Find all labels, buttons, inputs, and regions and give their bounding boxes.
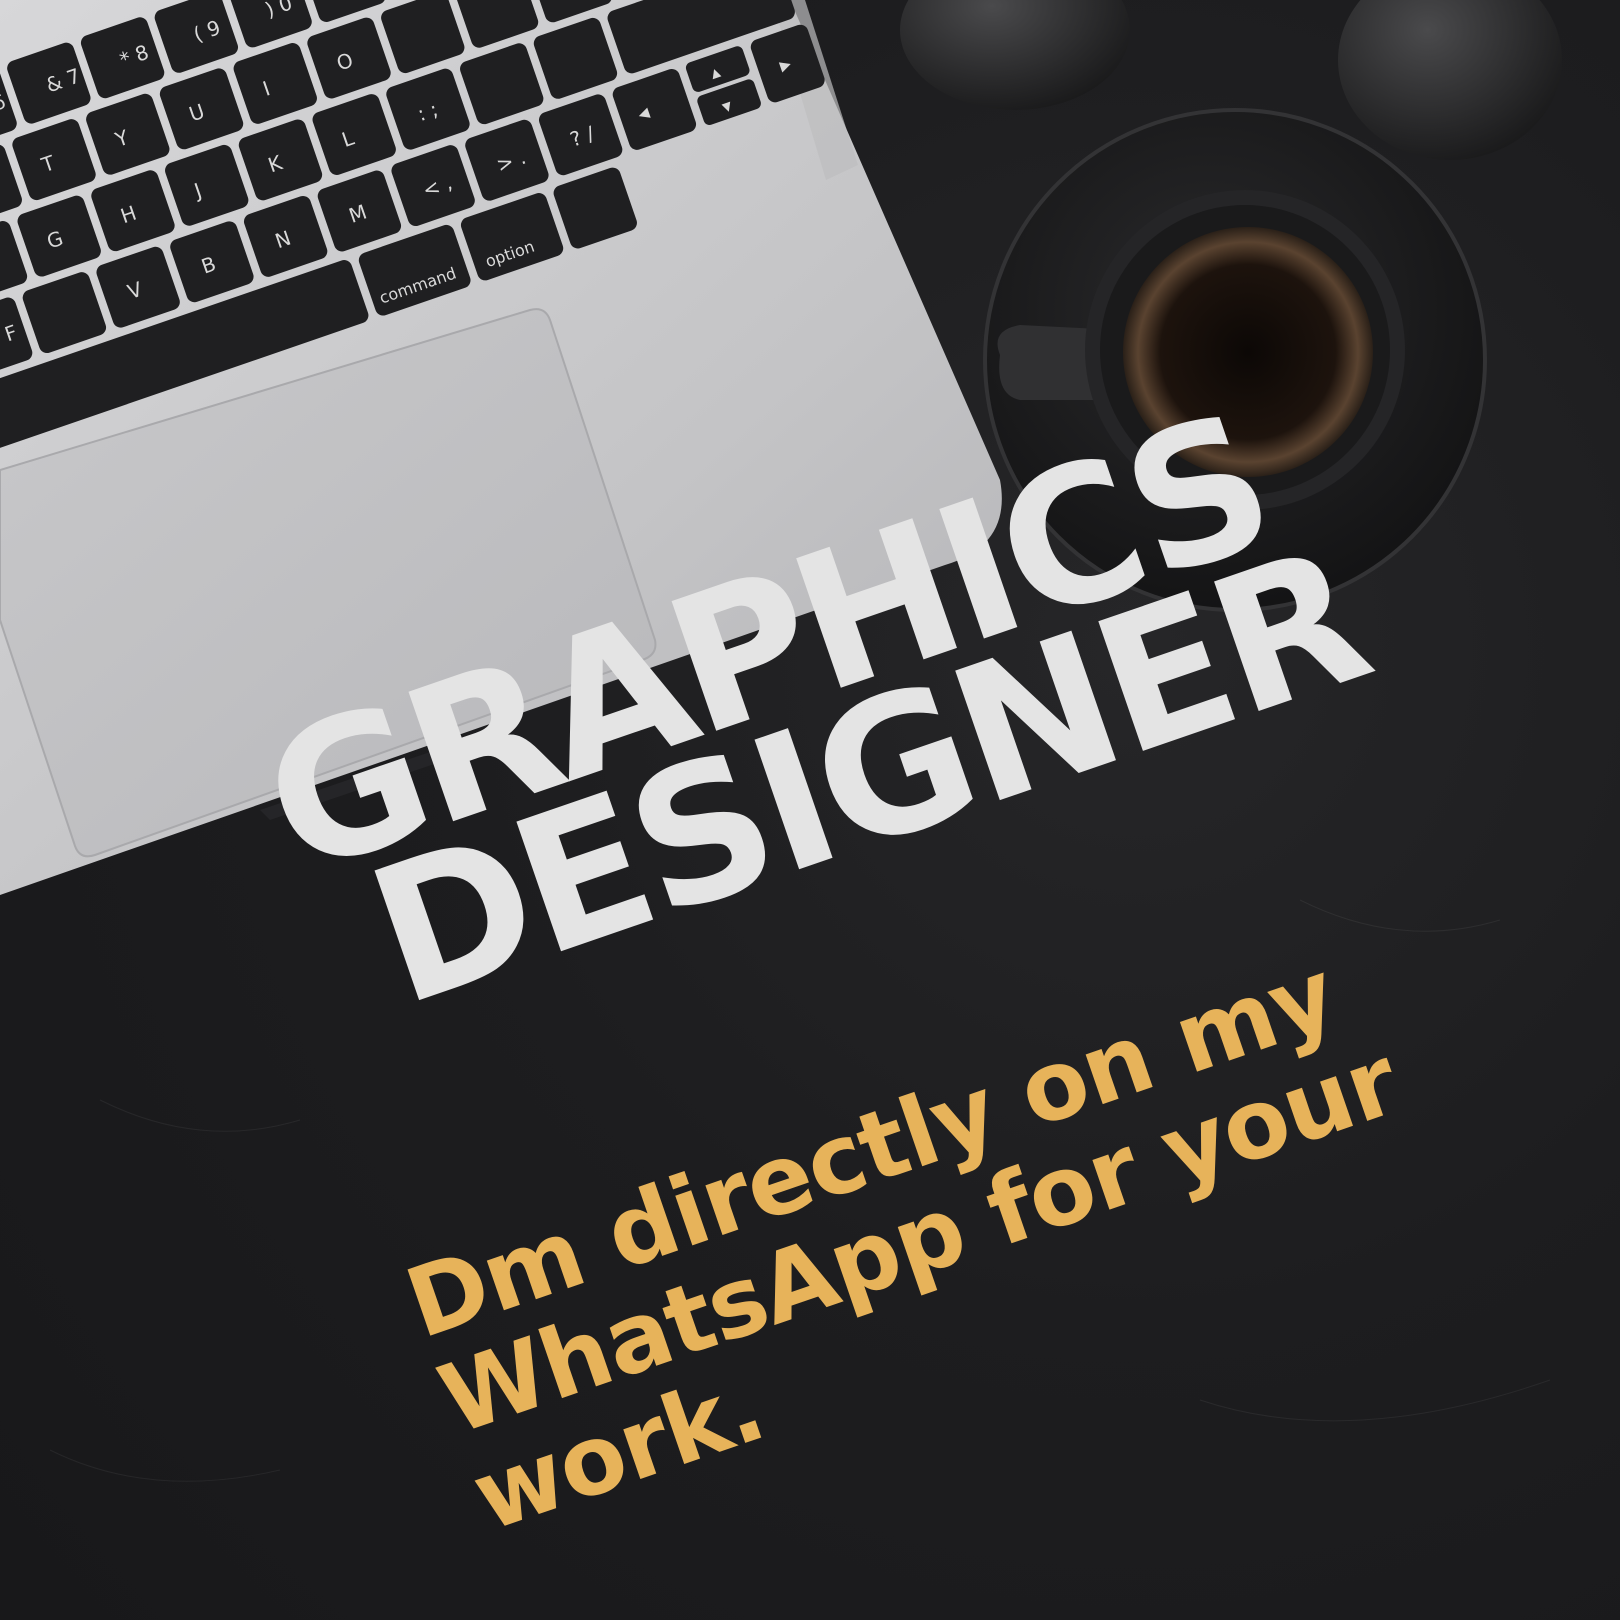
poster: ^ 6 & 7 * 8 ( 9 ) 0 P return T Y U I O "…: [0, 0, 1620, 1620]
stone-right: [1338, 0, 1562, 160]
stone-left: [900, 0, 1130, 110]
